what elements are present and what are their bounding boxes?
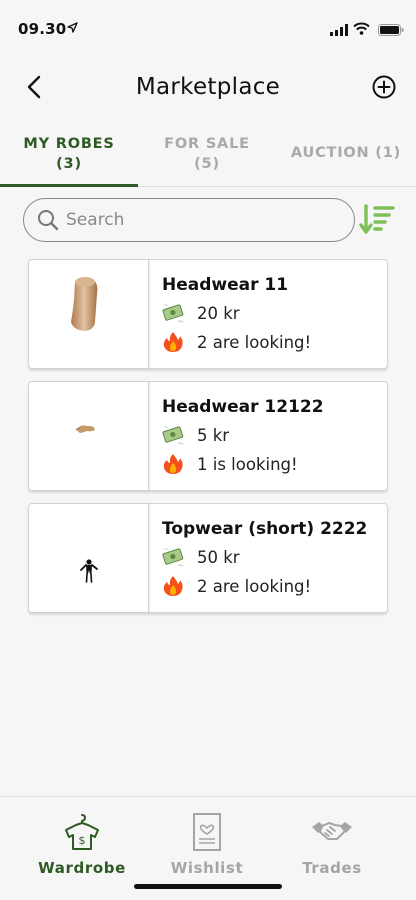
- page-title: Marketplace: [135, 74, 281, 100]
- tab-my-robes[interactable]: MY ROBES (3): [0, 130, 138, 187]
- item-thumbnail: [29, 260, 149, 368]
- fire-icon: [163, 454, 183, 474]
- money-with-wings-icon: [162, 426, 184, 445]
- tab-label: FOR SALE: [164, 136, 250, 152]
- nav-trades[interactable]: Trades: [277, 813, 387, 877]
- plus-circle-icon: [372, 75, 396, 99]
- tab-count: (5): [194, 156, 220, 172]
- price-text: 20 kr: [197, 303, 240, 323]
- item-thumbnail: [29, 504, 149, 612]
- svg-text:$: $: [79, 834, 86, 847]
- item-name: Headwear 11: [162, 275, 289, 295]
- nav-label: Wishlist: [170, 859, 244, 877]
- nav-wishlist[interactable]: Wishlist: [152, 813, 262, 877]
- tab-bar: MY ROBES (3) FOR SALE (5) AUCTION (1): [0, 130, 416, 187]
- money-with-wings-icon: [162, 548, 184, 567]
- wishlist-paper-icon: [193, 813, 221, 851]
- tab-label: MY ROBES: [23, 136, 115, 152]
- search-input[interactable]: [66, 199, 346, 240]
- active-tab-indicator: [0, 184, 138, 187]
- wifi-icon: [353, 22, 370, 35]
- add-button[interactable]: [372, 75, 396, 99]
- cellular-signal-icon: [330, 24, 348, 36]
- topwear-image: [80, 559, 98, 583]
- item-name: Topwear (short) 2222: [162, 519, 368, 539]
- looking-text: 2 are looking!: [197, 332, 312, 352]
- tab-count: (3): [56, 156, 82, 172]
- tab-for-sale[interactable]: FOR SALE (5): [138, 130, 276, 187]
- nav-wardrobe[interactable]: $ Wardrobe: [27, 813, 137, 877]
- item-price: 20 kr: [161, 302, 240, 324]
- item-watchers: 2 are looking!: [161, 575, 311, 597]
- nav-label: Wardrobe: [38, 859, 126, 877]
- looking-text: 1 is looking!: [197, 454, 298, 474]
- item-thumbnail: [29, 382, 149, 490]
- list-item[interactable]: Headwear 12122 5 kr 1 is looking!: [28, 381, 388, 491]
- location-arrow-icon: [67, 22, 78, 33]
- price-text: 5 kr: [197, 425, 230, 445]
- sort-button[interactable]: [359, 202, 395, 238]
- list-item[interactable]: Topwear (short) 2222 50 kr 2 are looking…: [28, 503, 388, 613]
- headwear-image: [71, 277, 98, 331]
- item-watchers: 2 are looking!: [161, 331, 311, 353]
- nav-label: Trades: [302, 859, 362, 877]
- search-icon: [38, 210, 59, 231]
- sort-descending-icon: [359, 204, 395, 234]
- list-item[interactable]: Headwear 11 20 kr 2 are looking!: [28, 259, 388, 369]
- price-text: 50 kr: [197, 547, 240, 567]
- item-name: Headwear 12122: [162, 397, 324, 417]
- fire-icon: [163, 576, 183, 596]
- tab-label: AUCTION (1): [290, 145, 402, 161]
- item-price: 5 kr: [161, 424, 229, 446]
- home-indicator: [134, 884, 282, 889]
- item-watchers: 1 is looking!: [161, 453, 298, 475]
- headwear-image: [75, 425, 95, 433]
- tab-auction[interactable]: AUCTION (1): [276, 130, 416, 187]
- handshake-icon: [312, 822, 352, 840]
- status-bar: 09.30: [0, 0, 416, 60]
- fire-icon: [163, 332, 183, 352]
- item-price: 50 kr: [161, 546, 240, 568]
- battery-icon: [378, 24, 404, 36]
- search-bar[interactable]: [23, 198, 355, 242]
- money-with-wings-icon: [162, 304, 184, 323]
- hanger-shirt-icon: $: [65, 814, 99, 850]
- looking-text: 2 are looking!: [197, 576, 312, 596]
- status-time: 09.30: [18, 20, 67, 38]
